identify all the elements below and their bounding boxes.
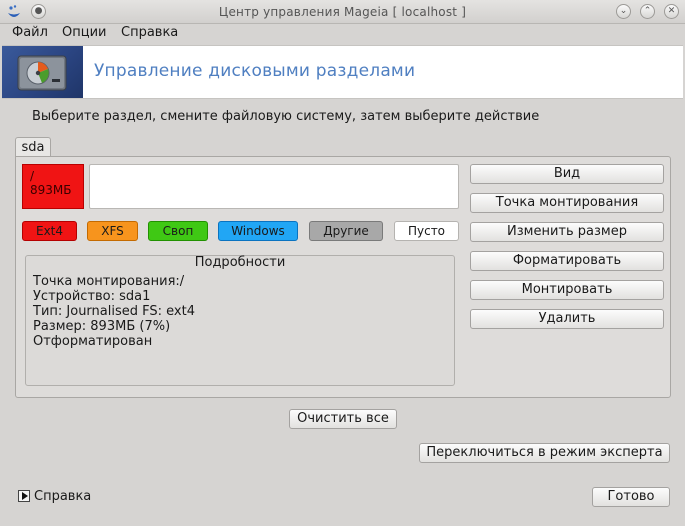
view-button[interactable]: Вид — [470, 164, 664, 184]
page-title: Управление дисковыми разделами — [94, 61, 416, 81]
legend-empty[interactable]: Пусто — [394, 221, 459, 241]
header-banner: Управление дисковыми разделами — [2, 45, 683, 99]
mount-point-button[interactable]: Точка монтирования — [470, 193, 664, 213]
legend-ext4[interactable]: Ext4 — [22, 221, 77, 241]
format-button[interactable]: Форматировать — [470, 251, 664, 271]
detail-mount-point: Точка монтирования:/ — [33, 274, 185, 289]
expander-arrow-icon — [18, 490, 30, 502]
legend-swap[interactable]: Своп — [148, 221, 208, 241]
partition-mount-label: / — [30, 169, 35, 183]
menu-bar: Файл Опции Справка — [0, 24, 685, 43]
minimize-icon[interactable]: ⌄ — [616, 4, 631, 19]
partition-block-sda1[interactable]: / 893МБ — [22, 164, 84, 209]
instruction-text: Выберите раздел, смените файловую систем… — [32, 109, 540, 124]
detail-type: Тип: Journalised FS: ext4 — [33, 304, 195, 319]
detail-formatted: Отформатирован — [33, 334, 153, 349]
maximize-icon[interactable]: ⌃ — [640, 4, 655, 19]
menu-file[interactable]: Файл — [12, 25, 48, 41]
window-title: Центр управления Mageia [ localhost ] — [218, 5, 467, 19]
detail-device: Устройство: sda1 — [33, 289, 151, 304]
legend-windows[interactable]: Windows — [218, 221, 298, 241]
help-expander[interactable]: Справка — [18, 490, 91, 504]
legend-xfs[interactable]: XFS — [87, 221, 138, 241]
menu-options[interactable]: Опции — [62, 25, 106, 41]
expert-mode-button[interactable]: Переключиться в режим эксперта — [419, 443, 670, 463]
banner-icon-area — [2, 46, 83, 98]
tab-sda[interactable]: sda — [15, 137, 51, 157]
disk-partition-icon — [17, 55, 67, 91]
details-lines: Точка монтирования:/ Устройство: sda1 Ти… — [33, 274, 195, 349]
partition-free-space[interactable] — [89, 164, 459, 209]
close-icon[interactable]: ✕ — [664, 4, 679, 19]
mount-button[interactable]: Монтировать — [470, 280, 664, 300]
detail-size: Размер: 893МБ (7%) — [33, 319, 171, 334]
menu-help[interactable]: Справка — [121, 25, 178, 41]
help-expander-label: Справка — [34, 489, 92, 504]
legend-other[interactable]: Другие — [309, 221, 383, 241]
resize-button[interactable]: Изменить размер — [470, 222, 664, 242]
title-bar: ● Центр управления Mageia [ localhost ] … — [0, 0, 685, 24]
partition-size-label: 893МБ — [30, 183, 72, 197]
details-panel: Подробности Точка монтирования:/ Устройс… — [25, 255, 455, 386]
clear-all-button[interactable]: Очистить все — [289, 409, 397, 429]
delete-button[interactable]: Удалить — [470, 309, 664, 329]
done-button[interactable]: Готово — [592, 487, 670, 507]
details-title: Подробности — [194, 255, 286, 270]
